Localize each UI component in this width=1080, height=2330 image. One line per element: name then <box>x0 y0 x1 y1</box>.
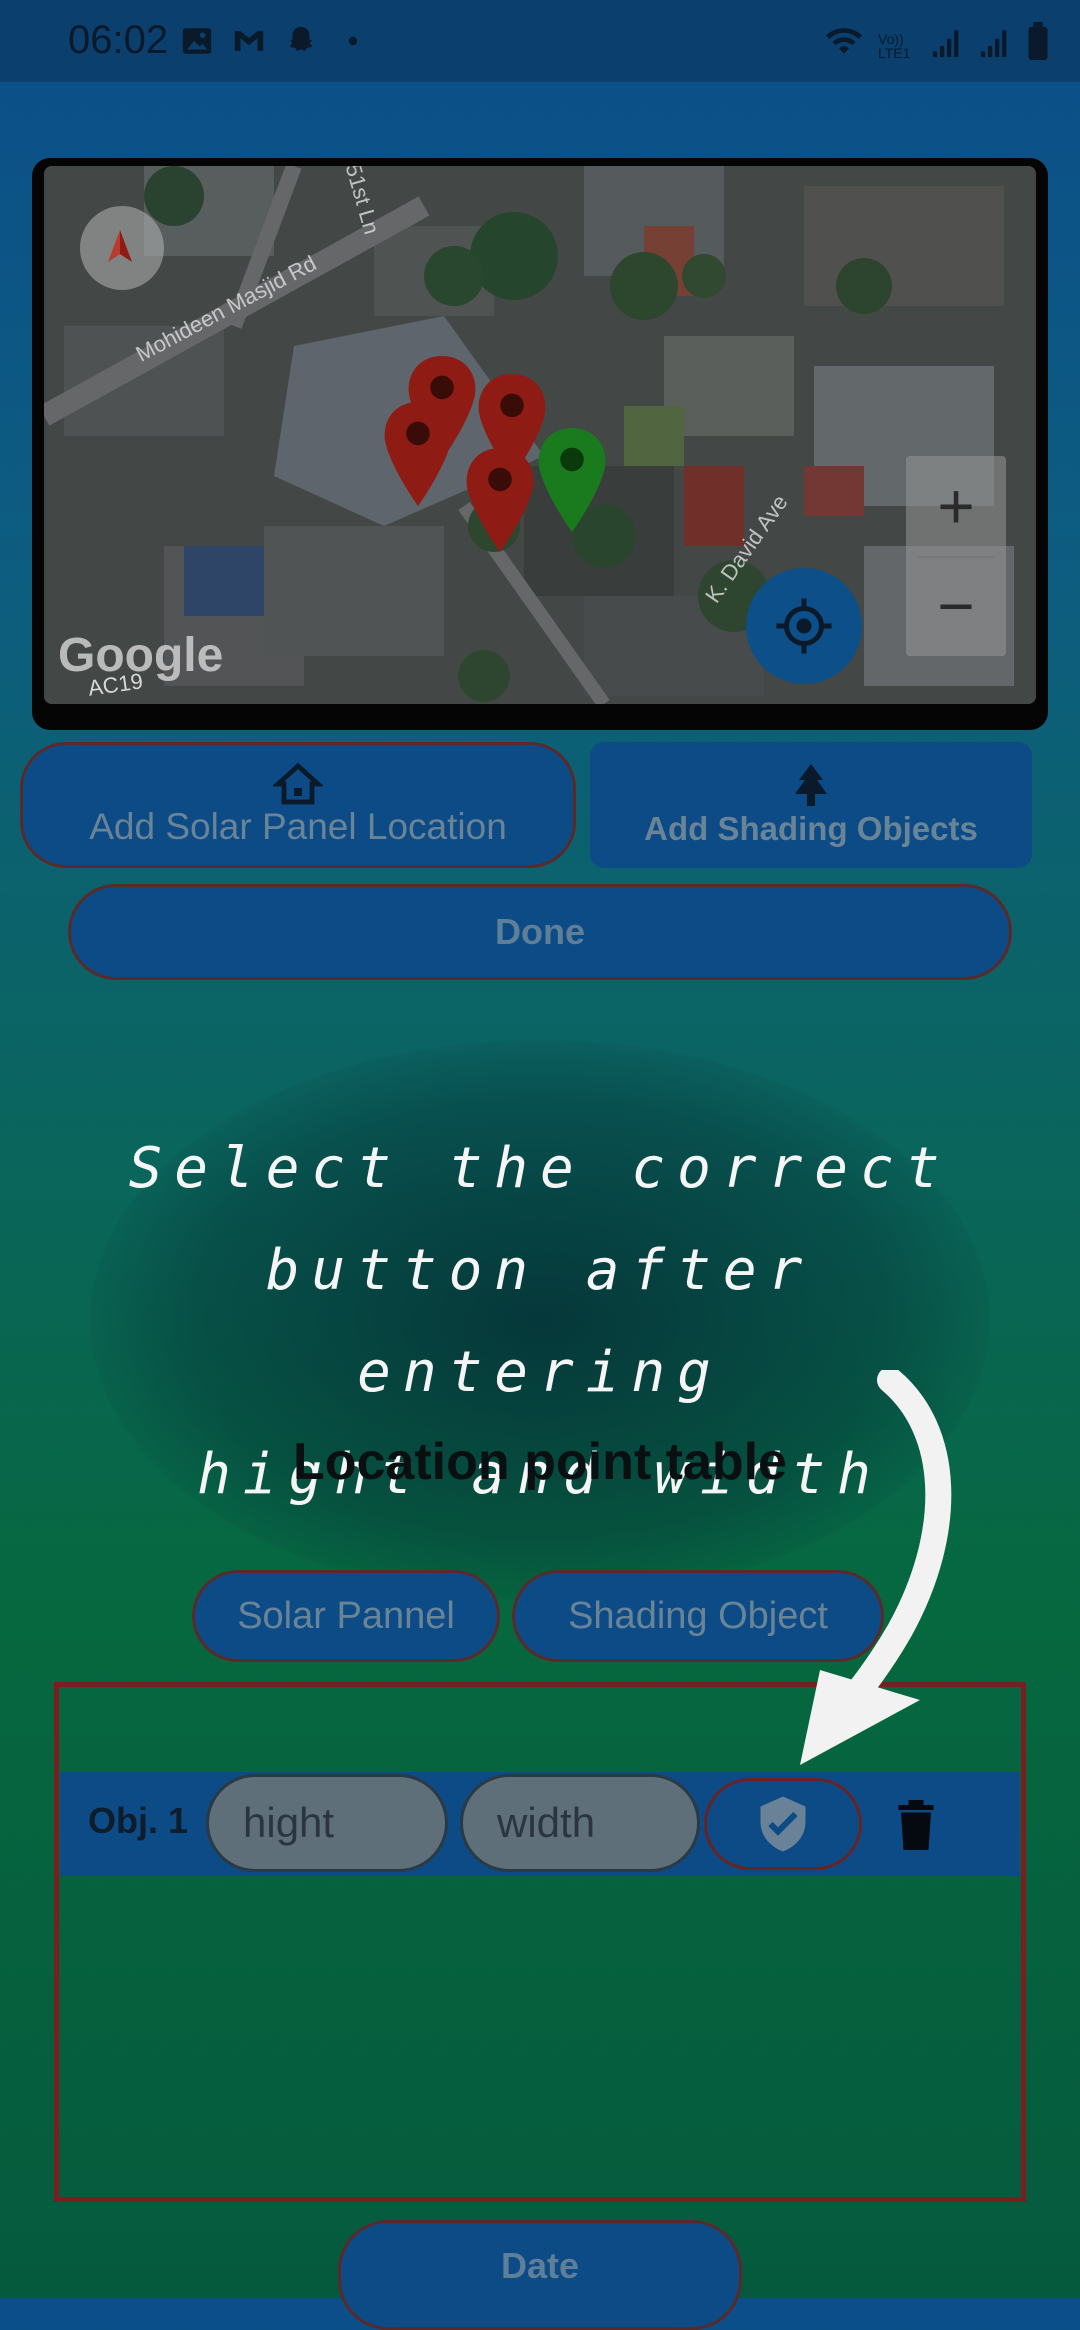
crosshair-icon <box>776 598 832 654</box>
status-time: 06:02 <box>68 18 169 62</box>
hight-input[interactable]: hight <box>206 1774 448 1872</box>
shield-check-icon <box>760 1796 806 1852</box>
my-location-button[interactable] <box>746 568 862 684</box>
tab-solar-pannel[interactable]: Solar Pannel <box>192 1570 500 1662</box>
signal-icon-1 <box>932 30 959 58</box>
wifi-icon <box>826 28 862 54</box>
add-shading-objects-label: Add Shading Objects <box>644 810 978 847</box>
row-label: Obj. 1 <box>88 1800 189 1841</box>
width-input[interactable]: width <box>460 1774 700 1872</box>
add-solar-panel-button[interactable]: Add Solar Panel Location <box>20 742 576 868</box>
compass-icon <box>108 230 132 262</box>
hint-line: Select the correct <box>128 1136 952 1201</box>
gmail-icon <box>234 31 264 51</box>
snapchat-icon <box>289 26 313 51</box>
confirm-button[interactable] <box>704 1778 862 1870</box>
date-label: Date <box>500 2245 580 2286</box>
zoom-controls: + − <box>906 456 1006 656</box>
notification-icons <box>180 24 370 58</box>
more-notifications-icon <box>348 36 358 46</box>
map-view[interactable]: 51st Ln Mohideen Masjid Rd K. David Ave <box>44 166 1036 704</box>
network-label: Vo)) LTE1 <box>878 31 911 61</box>
map-marker-red[interactable] <box>380 402 456 512</box>
signal-icon-2 <box>980 30 1007 58</box>
done-label: Done <box>495 911 585 952</box>
tutorial-arrow-icon <box>800 1370 952 1765</box>
tree-icon <box>795 764 827 806</box>
compass-button[interactable] <box>80 206 164 290</box>
done-button[interactable]: Done <box>68 884 1012 980</box>
system-icons: Vo)) LTE1 <box>824 22 1050 60</box>
delete-icon[interactable] <box>896 1800 936 1850</box>
date-button[interactable]: Date <box>338 2220 742 2330</box>
add-shading-objects-button[interactable]: Add Shading Objects <box>590 742 1032 868</box>
zoom-in-button[interactable]: + <box>906 456 1006 556</box>
add-solar-panel-label: Add Solar Panel Location <box>89 806 507 847</box>
map-marker-green[interactable] <box>534 428 610 538</box>
home-icon <box>273 762 323 805</box>
gallery-icon <box>182 28 212 54</box>
battery-icon <box>1028 22 1048 60</box>
map-marker-red[interactable] <box>462 448 538 558</box>
zoom-out-button[interactable]: − <box>906 556 1006 656</box>
